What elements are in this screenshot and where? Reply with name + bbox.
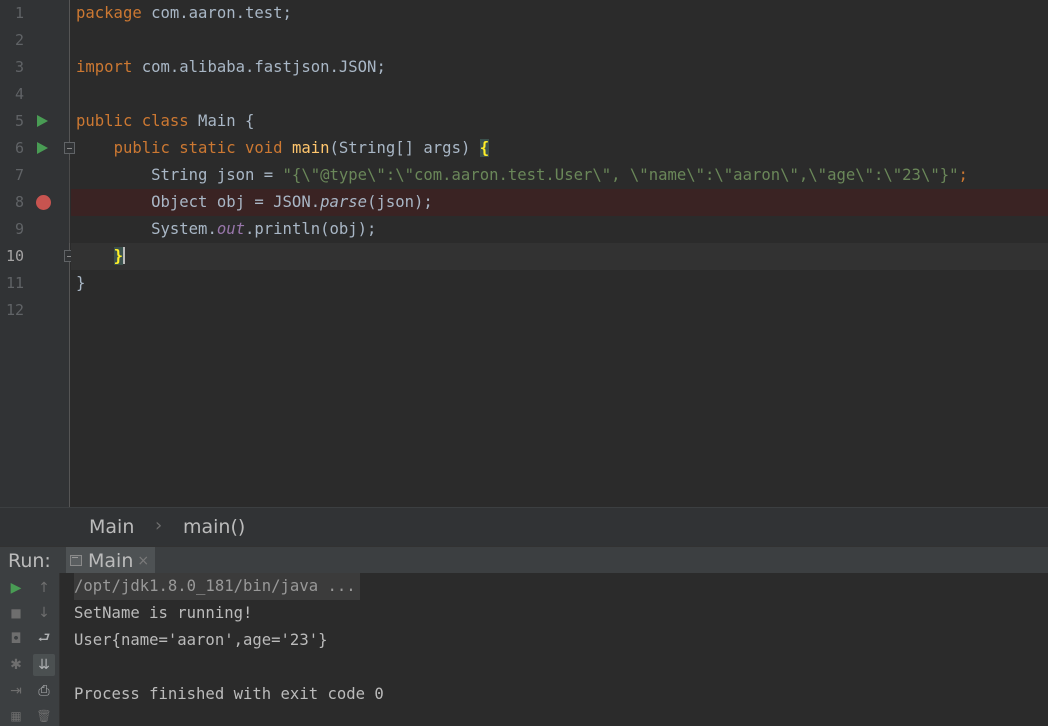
- static-method: parse: [320, 193, 368, 211]
- code-text: String json =: [151, 166, 283, 184]
- soft-wrap-icon[interactable]: ⮐: [33, 628, 55, 650]
- settings-icon[interactable]: ✱: [5, 654, 27, 676]
- code-text: .println(obj);: [245, 220, 377, 238]
- code-line-3: import com.alibaba.fastjson.JSON;: [71, 54, 1048, 81]
- up-arrow-icon[interactable]: ↑: [33, 577, 55, 599]
- run-class-icon[interactable]: [37, 115, 48, 127]
- run-method-icon[interactable]: [37, 142, 48, 154]
- code-line-11: }: [71, 270, 1048, 297]
- console-output[interactable]: /opt/jdk1.8.0_181/bin/java ... SetName i…: [61, 573, 1048, 726]
- gutter-line-1: 1: [0, 0, 70, 27]
- editor-gutter: 1 2 3 4 5 6 7 8 9 10 11 12: [0, 0, 70, 507]
- line-number: 11: [5, 274, 24, 292]
- code-text: Object obj = JSON.: [151, 193, 321, 211]
- console-output-line: SetName is running!: [74, 604, 253, 622]
- run-toolbar: ▶ ↑ ■ ↓ ◘ ⮐ ✱ ⇊ ⇥ ⎙ ▦ 🗑: [0, 573, 60, 726]
- line-number: 4: [14, 85, 24, 103]
- gutter-line-4: 4: [0, 81, 70, 108]
- code-text: Main {: [188, 112, 255, 130]
- code-text: com.alibaba.fastjson.JSON;: [132, 58, 386, 76]
- down-arrow-icon[interactable]: ↓: [33, 602, 55, 624]
- gutter-line-9: 9: [0, 216, 70, 243]
- code-line-9: System.out.println(obj);: [71, 216, 1048, 243]
- keyword: public class: [76, 112, 189, 130]
- console-tab-icon: [70, 555, 82, 566]
- code-text: System.: [151, 220, 217, 238]
- gutter-line-7: 7: [0, 162, 70, 189]
- trash-icon[interactable]: 🗑: [33, 705, 55, 726]
- login-icon[interactable]: ⇥: [5, 680, 27, 702]
- code-text: }: [76, 274, 86, 292]
- fold-guide: [69, 160, 70, 243]
- line-number: 5: [14, 112, 24, 130]
- matched-brace: }: [113, 247, 123, 265]
- code-line-1: package com.aaron.test;: [71, 0, 1048, 27]
- scroll-to-end-icon[interactable]: ⇊: [33, 654, 55, 676]
- close-tab-icon[interactable]: ×: [137, 553, 149, 569]
- keyword: import: [76, 58, 133, 76]
- gutter-line-6: 6: [0, 135, 70, 162]
- code-editor[interactable]: 1 2 3 4 5 6 7 8 9 10 11 12 package com.a…: [0, 0, 1048, 507]
- line-number: 1: [14, 4, 24, 22]
- text-caret: [122, 247, 125, 264]
- console-output-line: User{name='aaron',age='23'}: [74, 631, 328, 649]
- line-number: 12: [5, 301, 24, 319]
- string-literal: "{\"@type\":\"com.aaron.test.User\", \"n…: [282, 166, 959, 184]
- line-number: 3: [14, 58, 24, 76]
- camera-icon[interactable]: ◘: [5, 628, 27, 650]
- keyword: package: [76, 4, 142, 22]
- gutter-line-11: 11: [0, 270, 70, 297]
- matched-brace: {: [479, 139, 490, 157]
- breadcrumb: Main › main(): [0, 507, 1048, 546]
- line-number: 9: [14, 220, 24, 238]
- run-tab-main[interactable]: Main ×: [66, 547, 156, 574]
- console-command-line[interactable]: /opt/jdk1.8.0_181/bin/java ...: [74, 573, 360, 600]
- console-output-line: Process finished with exit code 0: [74, 685, 384, 703]
- breakpoint-icon[interactable]: [36, 195, 51, 210]
- code-text: com.aaron.test;: [141, 4, 292, 22]
- code-line-7: String json = "{\"@type\":\"com.aaron.te…: [71, 162, 1048, 189]
- code-line-6: public static void main(String[] args) {: [71, 135, 1048, 162]
- line-number: 6: [14, 139, 24, 157]
- gutter-line-12: 12: [0, 297, 70, 324]
- rerun-icon[interactable]: ▶: [5, 577, 27, 599]
- breadcrumb-separator: ›: [155, 515, 163, 536]
- semicolon: ;: [958, 166, 968, 184]
- static-field: out: [216, 220, 245, 238]
- breadcrumb-item-class[interactable]: Main: [89, 516, 134, 538]
- line-number: 7: [14, 166, 24, 184]
- gutter-line-2: 2: [0, 27, 70, 54]
- run-tab-label: Main: [88, 549, 134, 572]
- gutter-line-8: 8: [0, 189, 70, 216]
- code-line-10-current: }: [71, 243, 1048, 270]
- gutter-line-10: 10: [0, 243, 70, 270]
- line-number: 8: [14, 193, 24, 211]
- code-text: (json);: [367, 193, 433, 211]
- code-line-5: public class Main {: [71, 108, 1048, 135]
- line-number-current: 10: [5, 247, 24, 265]
- code-line-8-breakpoint: Object obj = JSON.parse(json);: [71, 189, 1048, 216]
- keyword: public static void: [113, 139, 283, 157]
- layout-icon[interactable]: ▦: [5, 705, 27, 726]
- gutter-line-3: 3: [0, 54, 70, 81]
- code-text: (String[] args): [329, 139, 480, 157]
- stop-icon[interactable]: ■: [5, 602, 27, 624]
- code-area[interactable]: package com.aaron.test; import com.aliba…: [71, 0, 1048, 507]
- run-panel-title: Run:: [8, 550, 51, 572]
- line-number: 2: [14, 31, 24, 49]
- gutter-line-5: 5: [0, 108, 70, 135]
- breadcrumb-item-method[interactable]: main(): [183, 516, 245, 538]
- print-icon[interactable]: ⎙: [33, 680, 55, 702]
- run-panel-header: Run: Main ×: [0, 546, 1048, 574]
- function-name: main: [291, 139, 330, 157]
